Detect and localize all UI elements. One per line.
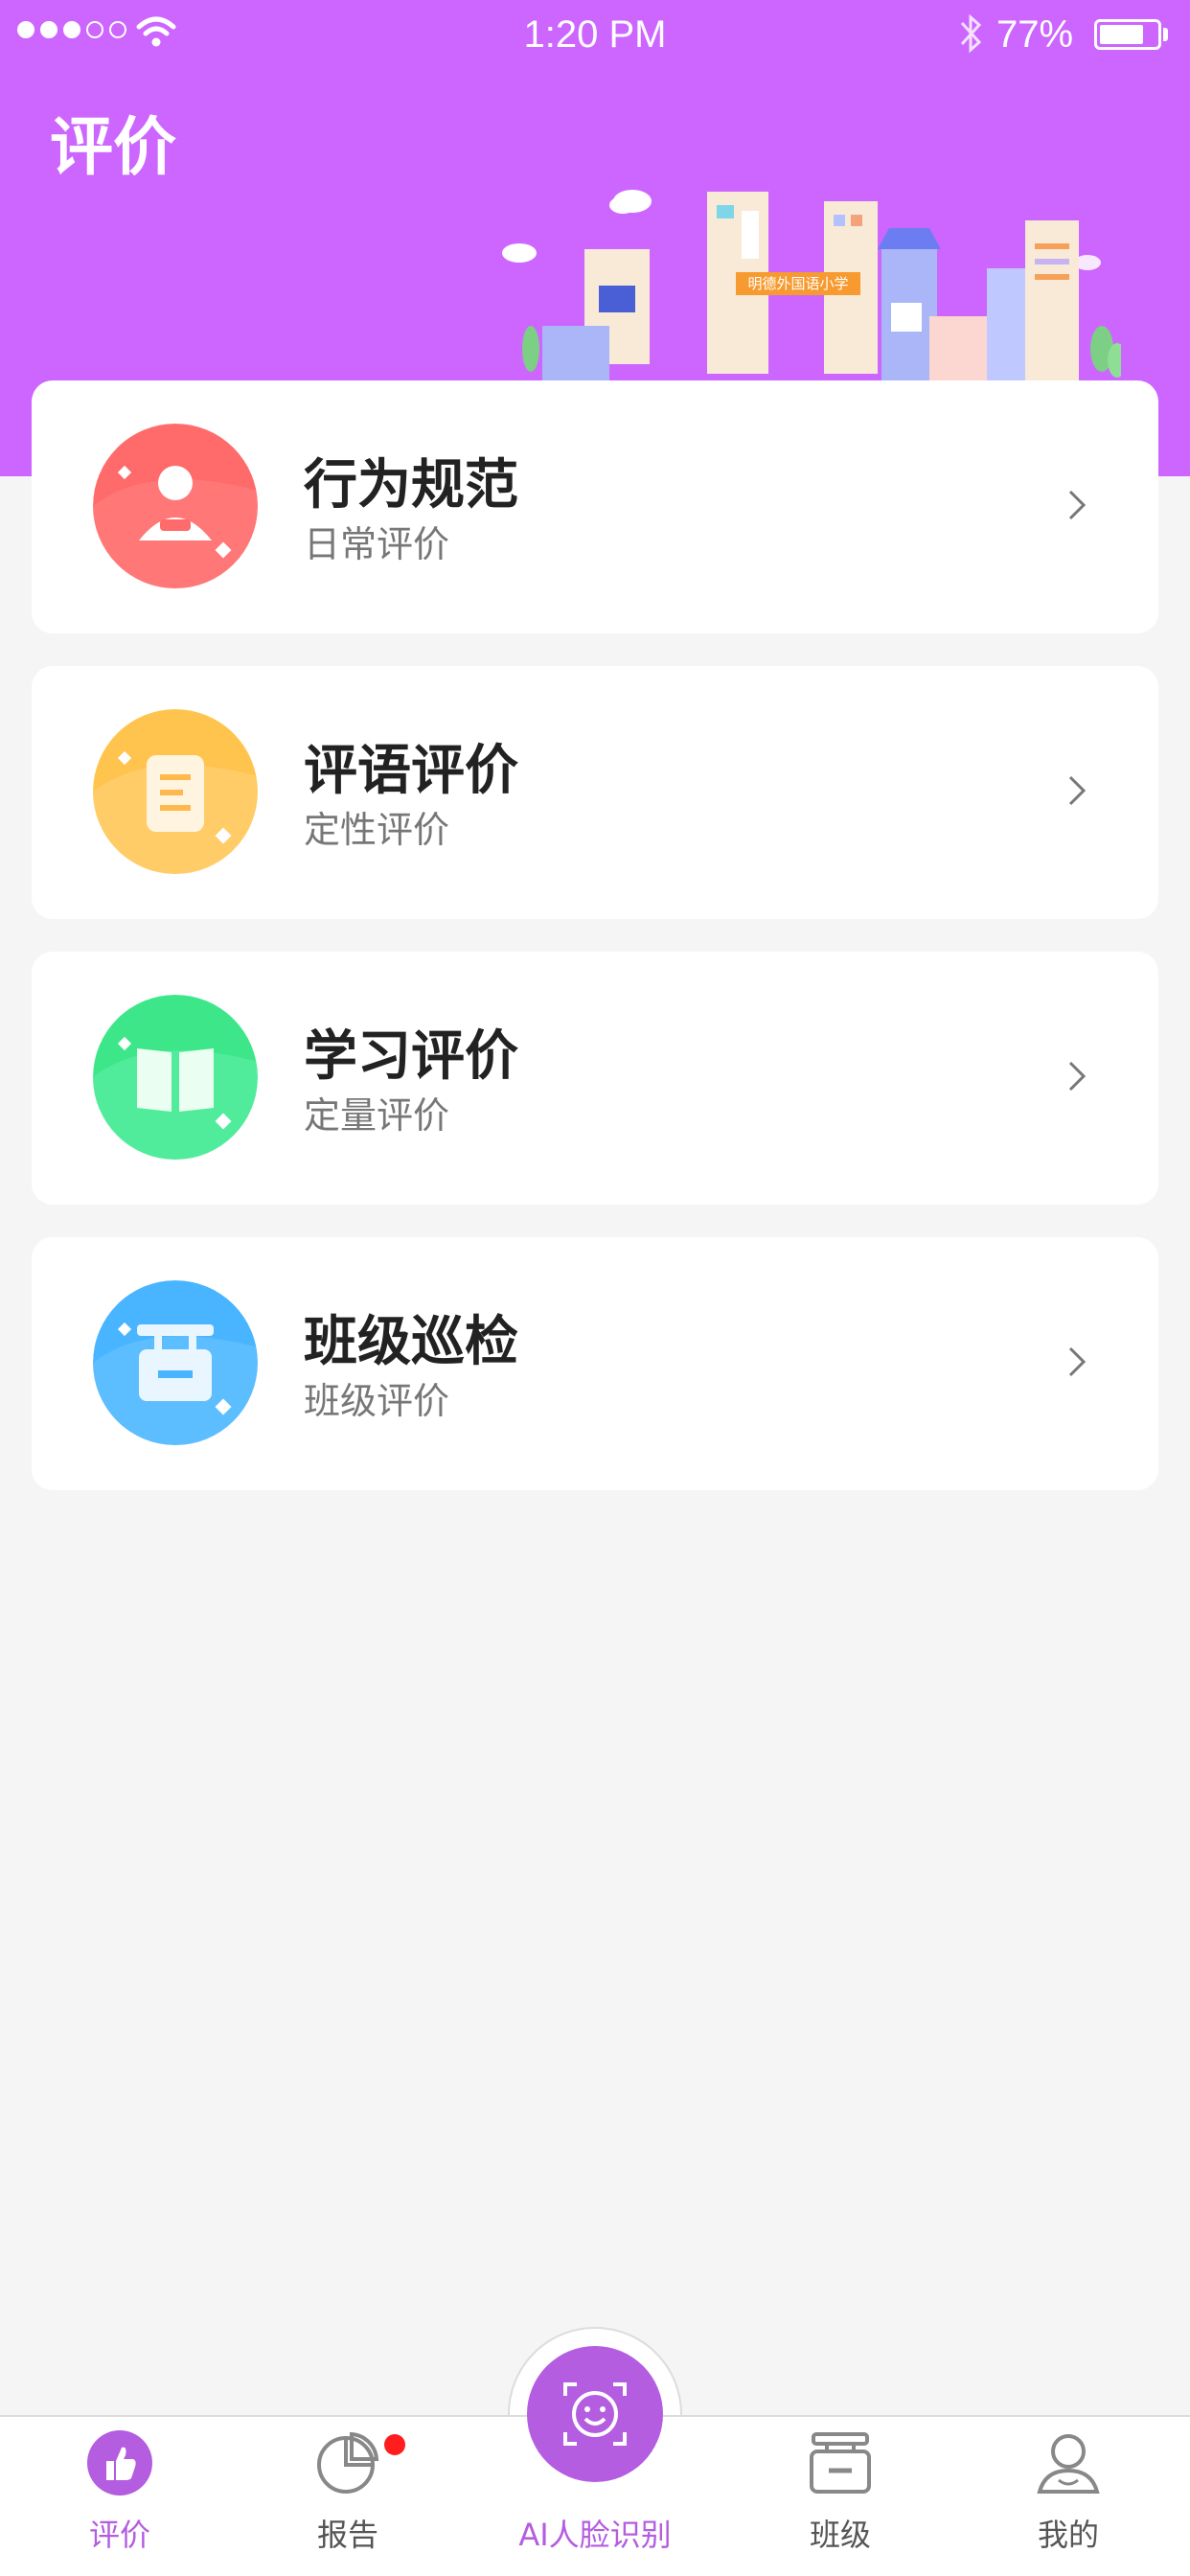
tab-label: 评价 — [88, 2517, 150, 2553]
user-icon — [1037, 2434, 1100, 2494]
school-illustration: 明德外国语小学 — [502, 190, 1121, 383]
class-sign-icon — [93, 1280, 258, 1445]
chevron-right-icon — [1068, 490, 1087, 520]
notification-badge — [384, 2434, 405, 2455]
card-title: 班级巡检 — [304, 1311, 518, 1373]
face-recognition-button[interactable] — [527, 2346, 663, 2482]
tab-class[interactable]: 班级 — [764, 2415, 917, 2576]
face-scan-icon — [563, 2382, 627, 2446]
class-sign-icon — [810, 2432, 871, 2494]
card-subtitle: 定量评价 — [304, 1094, 450, 1137]
tab-label: 报告 — [316, 2517, 378, 2553]
bluetooth-icon — [960, 13, 982, 54]
status-bar: 1:20 PM 77% — [0, 0, 1190, 69]
card-title: 行为规范 — [304, 454, 518, 517]
tab-label: 我的 — [1037, 2517, 1099, 2553]
tab-label: 班级 — [809, 2517, 871, 2553]
tab-report[interactable]: 报告 — [271, 2415, 424, 2576]
person-icon — [93, 424, 258, 588]
tab-mine[interactable]: 我的 — [992, 2415, 1145, 2576]
card-subtitle: 班级评价 — [304, 1380, 450, 1422]
page-title: 评价 — [50, 110, 176, 184]
card-behavior-norms[interactable]: 行为规范 日常评价 — [32, 380, 1158, 633]
chevron-right-icon — [1068, 1061, 1087, 1092]
tab-face-recognition-label[interactable]: AI人脸识别 — [450, 2511, 740, 2555]
tab-evaluation[interactable]: 评价 — [43, 2415, 196, 2576]
card-subtitle: 定性评价 — [304, 809, 450, 851]
card-title: 学习评价 — [304, 1025, 518, 1088]
thumbs-up-icon — [87, 2430, 152, 2496]
chevron-right-icon — [1068, 775, 1087, 806]
battery-icon — [1094, 19, 1161, 50]
battery-percent: 77% — [996, 13, 1074, 56]
card-class-inspection[interactable]: 班级巡检 班级评价 — [32, 1237, 1158, 1490]
card-title: 评语评价 — [304, 740, 518, 802]
school-sign-text: 明德外国语小学 — [747, 275, 848, 292]
card-study-evaluation[interactable]: 学习评价 定量评价 — [32, 952, 1158, 1205]
book-icon — [93, 995, 258, 1160]
card-subtitle: 日常评价 — [304, 523, 450, 565]
chevron-right-icon — [1068, 1346, 1087, 1377]
document-icon — [93, 709, 258, 874]
card-comment-evaluation[interactable]: 评语评价 定性评价 — [32, 666, 1158, 919]
pie-chart-icon — [317, 2431, 379, 2494]
